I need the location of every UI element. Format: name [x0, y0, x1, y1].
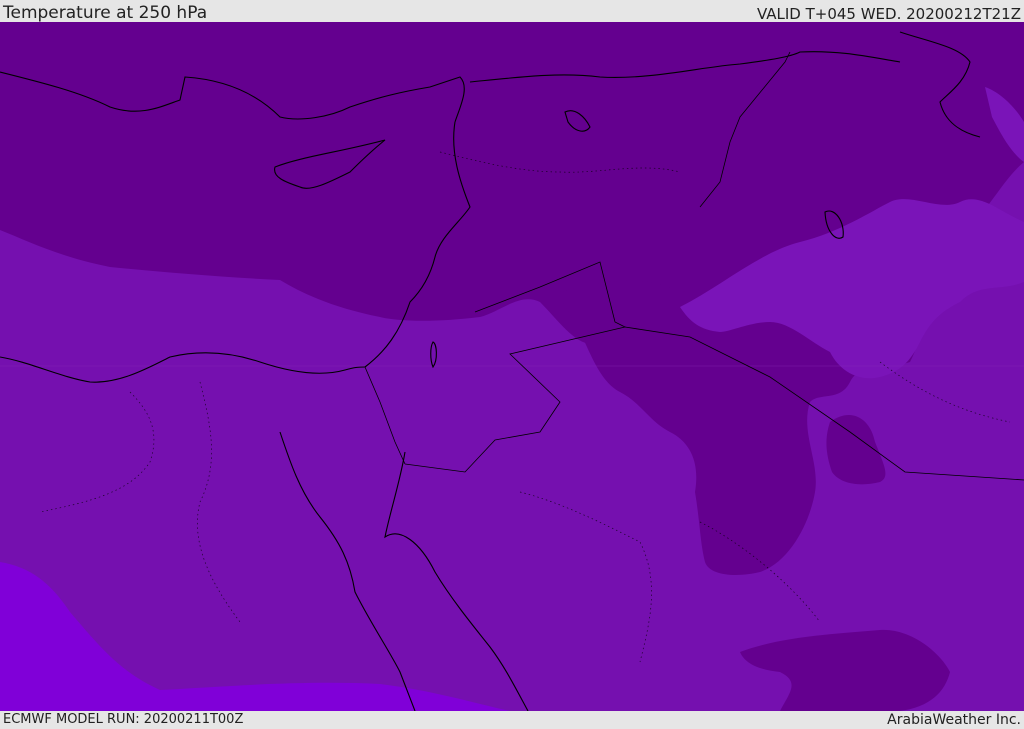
valid-time: VALID T+045 WED. 20200212T21Z — [756, 5, 1021, 23]
map-title: Temperature at 250 hPa — [3, 3, 208, 23]
temperature-map — [0, 22, 1024, 711]
model-run: ECMWF MODEL RUN: 20200211T00Z — [3, 712, 244, 727]
header-bar: Temperature at 250 hPa VALID T+045 WED. … — [0, 0, 1024, 23]
credit: ArabiaWeather Inc. — [887, 712, 1021, 728]
footer-bar: ECMWF MODEL RUN: 20200211T00Z ArabiaWeat… — [0, 711, 1024, 729]
